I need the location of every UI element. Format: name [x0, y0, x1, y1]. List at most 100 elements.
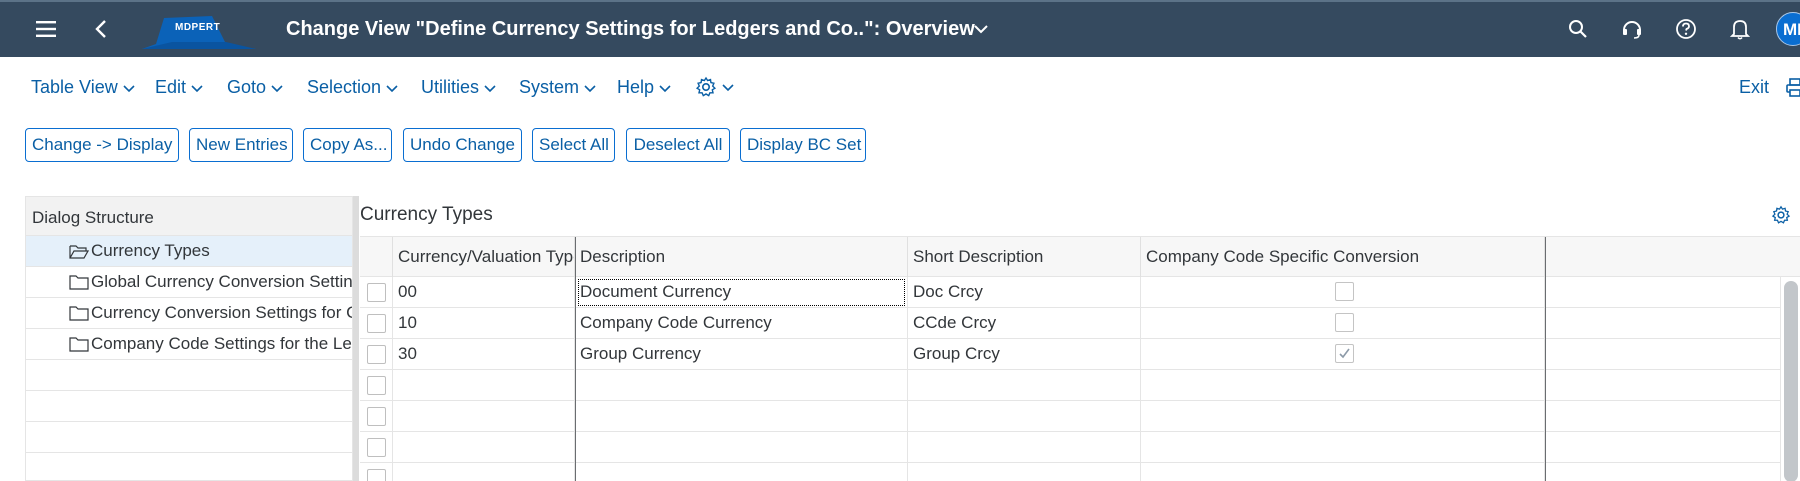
cell-short-description[interactable]: CCde Crcy — [908, 308, 1141, 339]
change-display-button[interactable]: Change -> Display — [25, 128, 179, 162]
company-specific-checkbox[interactable] — [1335, 282, 1354, 301]
empty-table-row[interactable] — [360, 432, 1800, 463]
tree-empty-row — [26, 422, 352, 453]
column-header-short-description[interactable]: Short Description — [908, 237, 1141, 277]
folder-icon — [69, 337, 89, 352]
empty-table-row[interactable] — [360, 401, 1800, 432]
chevron-down-icon — [271, 84, 283, 92]
menu-bar: Table View Edit Goto Selection Utilities… — [0, 57, 1800, 115]
cell-short-description[interactable]: Doc Crcy — [908, 277, 1141, 308]
company-logo: MDPERT — [142, 14, 256, 50]
menu-label: Help — [617, 77, 655, 97]
menu-label: Goto — [227, 77, 267, 97]
cell-currency-type[interactable]: 00 — [393, 277, 575, 308]
dialog-structure-panel: Dialog Structure Currency Types Global C… — [25, 196, 353, 481]
menu-label: Edit — [155, 77, 187, 97]
menu-label: System — [519, 77, 580, 97]
tree-item-company-code-conversion[interactable]: Currency Conversion Settings for Company… — [26, 298, 352, 329]
tree-item-company-code-settings[interactable]: Company Code Settings for the Ledger — [26, 329, 352, 360]
menu-settings[interactable] — [695, 76, 735, 98]
menu-label: Utilities — [421, 77, 480, 97]
menu-edit[interactable]: Edit — [155, 77, 204, 98]
empty-table-row[interactable] — [360, 370, 1800, 401]
cell-currency-type[interactable]: 10 — [393, 308, 575, 339]
exit-link[interactable]: Exit — [1739, 77, 1769, 98]
tree-empty-row — [26, 453, 352, 480]
tree-item-currency-types[interactable]: Currency Types — [26, 236, 352, 267]
row-selector[interactable] — [367, 345, 386, 364]
help-icon[interactable] — [1673, 16, 1699, 42]
cell-currency-type[interactable]: 30 — [393, 339, 575, 370]
tree-item-global-conversion[interactable]: Global Currency Conversion Settings — [26, 267, 352, 298]
company-specific-checkbox-checked[interactable] — [1335, 344, 1354, 363]
focus-indicator — [578, 279, 905, 306]
chevron-down-icon — [584, 84, 596, 92]
headset-icon[interactable] — [1619, 16, 1645, 42]
menu-table-view[interactable]: Table View — [31, 77, 136, 98]
row-selector[interactable] — [367, 407, 386, 426]
menu-system[interactable]: System — [519, 77, 597, 98]
cell-description[interactable]: Group Currency — [575, 339, 908, 370]
table-row[interactable]: 00 Document Currency Doc Crcy — [360, 277, 1800, 308]
menu-icon[interactable] — [33, 16, 59, 42]
row-selector[interactable] — [367, 438, 386, 457]
copy-as-button[interactable]: Copy As... — [303, 128, 392, 162]
row-selector[interactable] — [367, 283, 386, 302]
chevron-down-icon — [191, 84, 203, 92]
gear-icon — [695, 76, 717, 97]
row-selector[interactable] — [367, 469, 386, 481]
bell-icon[interactable] — [1727, 16, 1753, 42]
scrollbar-thumb[interactable] — [1784, 281, 1798, 481]
company-specific-checkbox[interactable] — [1335, 313, 1354, 332]
undo-change-button[interactable]: Undo Change — [403, 128, 522, 162]
logo-text: MDPERT — [175, 22, 221, 33]
tree-item-label: Currency Types — [91, 241, 210, 260]
tree-item-label: Currency Conversion Settings for Company… — [91, 303, 352, 322]
title-chevron-down-icon[interactable] — [973, 22, 989, 40]
shell-bar: MDPERT Change View "Define Currency Sett… — [0, 0, 1800, 57]
chevron-down-icon — [123, 84, 135, 92]
column-divider — [1545, 237, 1546, 481]
dialog-structure-header: Dialog Structure — [26, 197, 352, 236]
column-header-company-code-conversion[interactable]: Company Code Specific Conversion — [1141, 237, 1545, 277]
folder-icon — [69, 306, 89, 321]
tree-empty-row — [26, 360, 352, 391]
menu-label: Selection — [307, 77, 382, 97]
splitter[interactable] — [353, 196, 359, 481]
select-all-column-header[interactable] — [360, 237, 393, 277]
search-icon[interactable] — [1565, 16, 1591, 42]
folder-icon — [69, 275, 89, 290]
select-all-button[interactable]: Select All — [532, 128, 615, 162]
menu-selection[interactable]: Selection — [307, 77, 399, 98]
row-selector[interactable] — [367, 376, 386, 395]
empty-table-row[interactable] — [360, 463, 1800, 481]
user-avatar[interactable]: MD — [1776, 12, 1800, 46]
row-selector[interactable] — [367, 314, 386, 333]
deselect-all-button[interactable]: Deselect All — [626, 128, 730, 162]
table-header-row: Currency/Valuation Type Description Shor… — [360, 237, 1800, 277]
new-entries-button[interactable]: New Entries — [189, 128, 293, 162]
table-row[interactable]: 10 Company Code Currency CCde Crcy — [360, 308, 1800, 339]
printer-icon[interactable] — [1786, 77, 1800, 102]
panel-title: Currency Types — [360, 204, 493, 225]
column-header-currency-type[interactable]: Currency/Valuation Type — [393, 237, 575, 277]
checkmark-icon — [1339, 348, 1350, 359]
currency-types-table: Currency/Valuation Type Description Shor… — [360, 236, 1800, 481]
cell-description[interactable]: Company Code Currency — [575, 308, 908, 339]
folder-open-icon — [69, 245, 89, 259]
menu-goto[interactable]: Goto — [227, 77, 284, 98]
page-title: Change View "Define Currency Settings fo… — [286, 18, 975, 40]
table-settings-gear-icon[interactable] — [1771, 205, 1791, 230]
tree-item-label: Global Currency Conversion Settings — [91, 272, 352, 291]
table-row[interactable]: 30 Group Currency Group Crcy — [360, 339, 1800, 370]
menu-label: Table View — [31, 77, 118, 97]
chevron-down-icon — [722, 84, 734, 92]
menu-utilities[interactable]: Utilities — [421, 77, 497, 98]
column-header-description[interactable]: Description — [575, 237, 908, 277]
tree-empty-row — [26, 391, 352, 422]
back-icon[interactable] — [88, 16, 114, 42]
display-bc-set-button[interactable]: Display BC Set — [740, 128, 866, 162]
menu-help[interactable]: Help — [617, 77, 672, 98]
column-divider — [575, 237, 576, 481]
cell-short-description[interactable]: Group Crcy — [908, 339, 1141, 370]
